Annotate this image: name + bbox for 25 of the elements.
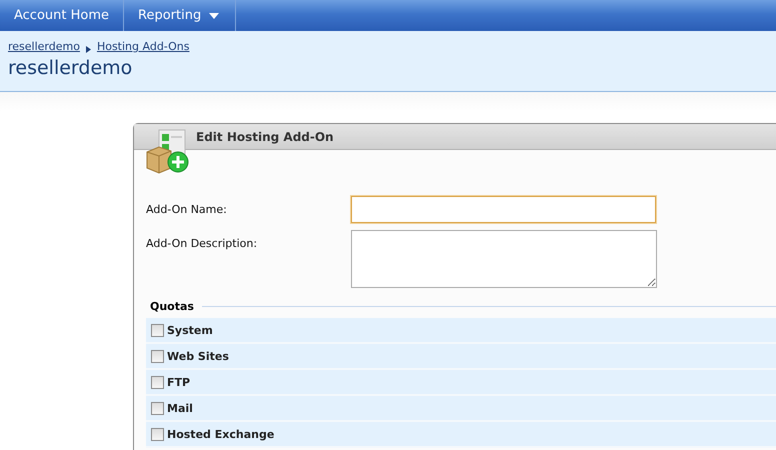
checkbox[interactable] — [151, 376, 164, 388]
checkbox[interactable] — [151, 350, 164, 362]
field-label: Add-On Name: — [146, 202, 228, 218]
quota-group-row[interactable]: Mail — [146, 396, 776, 422]
quota-group-row[interactable]: Web Sites — [146, 344, 776, 370]
field-label: Add-On Description: — [146, 236, 258, 252]
quota-group-label: Web Sites — [167, 350, 229, 362]
breadcrumb-arrow-icon — [86, 46, 91, 53]
section-title: Quotas — [150, 300, 194, 313]
checkbox[interactable] — [151, 324, 164, 336]
quota-group-row[interactable]: Hosted Exchange — [146, 422, 776, 448]
panel-title: Edit Hosting Add-On — [196, 130, 334, 144]
checkbox[interactable] — [151, 428, 164, 440]
quota-group-row[interactable]: System — [146, 318, 776, 344]
text-field[interactable] — [351, 196, 656, 223]
quota-group-label: Hosted Exchange — [167, 428, 274, 440]
quota-group-label: System — [167, 324, 213, 336]
quota-group-label: FTP — [167, 376, 190, 388]
page-title: resellerdemo — [8, 57, 134, 79]
breadcrumb-link[interactable]: Hosting Add-Ons — [96, 40, 190, 53]
quota-group-row[interactable]: FTP — [146, 370, 776, 396]
checkbox[interactable] — [151, 402, 164, 414]
text-area[interactable] — [351, 230, 657, 288]
breadcrumb-link[interactable]: resellerdemo — [8, 40, 80, 53]
quota-group-label: Mail — [167, 402, 193, 414]
